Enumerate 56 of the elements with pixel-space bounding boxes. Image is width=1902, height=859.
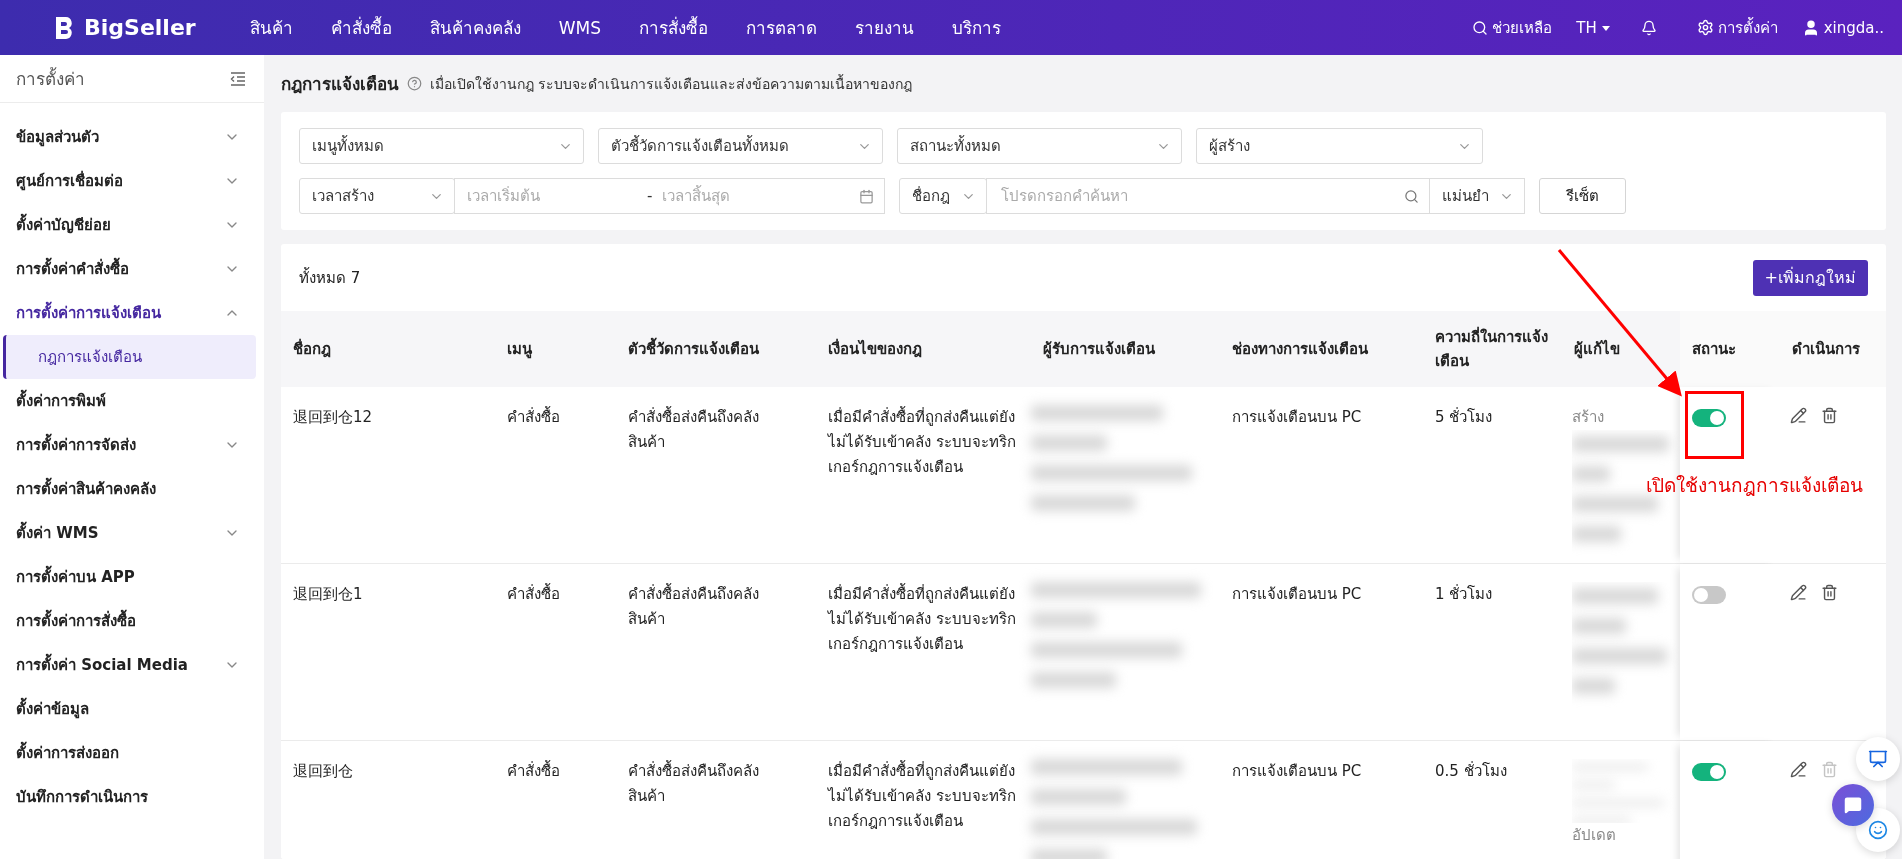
nav-link[interactable]: สินค้า bbox=[249, 14, 293, 41]
filter-select[interactable]: ตัวชี้วัดการแจ้งเตือนทั้งหมด bbox=[598, 128, 883, 164]
column-header: ผู้แก้ไข bbox=[1573, 338, 1621, 361]
sidebar-item[interactable]: ศูนย์การเชื่อมต่อ bbox=[0, 159, 264, 203]
editor-text: สร้าง bbox=[1572, 407, 1605, 428]
reset-button[interactable]: รีเซ็ต bbox=[1539, 178, 1626, 214]
date-range-field[interactable]: เวลาเริ่มต้น - เวลาสิ้นสุด bbox=[454, 178, 885, 214]
language-selector[interactable]: TH bbox=[1576, 18, 1611, 37]
nav-link[interactable]: รายงาน bbox=[854, 14, 914, 41]
nav-link[interactable]: การสั่งซื้อ bbox=[638, 14, 708, 41]
sidebar-title: การตั้งค่า bbox=[16, 66, 85, 91]
page-description: เมื่อเปิดใช้งานกฎ ระบบจะดำเนินการแจ้งเตือนและส่งข้อความตามเนื้อหาของกฎ bbox=[430, 73, 913, 94]
search-field-select[interactable]: ชื่อกฎ bbox=[899, 178, 987, 214]
sidebar-item[interactable]: การตั้งค่าการจัดส่ง bbox=[0, 423, 264, 467]
add-rule-button[interactable]: +เพิ่มกฎใหม่ bbox=[1752, 259, 1868, 296]
match-select[interactable]: แม่นยำ bbox=[1429, 178, 1525, 214]
column-header: เงื่อนไขของกฎ bbox=[827, 337, 923, 360]
column-header: สถานะ bbox=[1680, 311, 1780, 387]
nav-link[interactable]: WMS bbox=[558, 17, 601, 38]
annotation-text: เปิดใช้งานกฎการแจ้งเตือน bbox=[1646, 473, 1863, 498]
filter-select[interactable]: เมนูทั้งหมด bbox=[299, 128, 584, 164]
sidebar-item[interactable]: ตั้งค่าการส่งออก bbox=[0, 731, 264, 775]
column-header: ช่องทางการแจ้งเตือน bbox=[1231, 339, 1369, 360]
column-header: ความถี่ในการแจ้งเตือน bbox=[1434, 325, 1549, 372]
sidebar-item[interactable]: ตั้งค่า WMS bbox=[0, 511, 264, 555]
help-link[interactable]: ช่วยเหลือ bbox=[1472, 15, 1553, 40]
sidebar-subitem[interactable]: กฎการแจ้งเตือน bbox=[3, 335, 256, 379]
user-menu[interactable]: xingda.. bbox=[1801, 18, 1884, 37]
nav-link[interactable]: สินค้าคงคลัง bbox=[429, 14, 521, 41]
filter-select[interactable]: ผู้สร้าง bbox=[1196, 128, 1483, 164]
settings-link[interactable]: การตั้งค่า bbox=[1696, 15, 1778, 40]
column-header: ดำเนินการ bbox=[1780, 311, 1886, 387]
sidebar-item[interactable]: บันทึกการดำเนินการ bbox=[0, 775, 264, 819]
sidebar-item[interactable]: การตั้งค่า Social Media bbox=[0, 643, 264, 687]
sidebar-item[interactable]: ข้อมูลส่วนตัว bbox=[0, 115, 264, 159]
sidebar-item[interactable]: การตั้งค่าสินค้าคงคลัง bbox=[0, 467, 264, 511]
time-type-select[interactable]: เวลาสร้าง bbox=[299, 178, 455, 214]
sidebar-item[interactable]: ตั้งค่าข้อมูล bbox=[0, 687, 264, 731]
sidebar-item[interactable]: ตั้งค่าการพิมพ์ bbox=[0, 379, 264, 423]
sidebar-item[interactable]: การตั้งค่าคำสั่งซื้อ bbox=[0, 247, 264, 291]
total-count: ทั้งหมด 7 bbox=[299, 266, 361, 289]
logo-text: BigSeller bbox=[84, 15, 196, 40]
page-title: กฎการแจ้งเตือน bbox=[281, 73, 399, 96]
column-header: เมนู bbox=[506, 339, 533, 361]
column-header: ชื่อกฎ bbox=[292, 337, 332, 360]
filter-select[interactable]: สถานะทั้งหมด bbox=[897, 128, 1182, 164]
sidebar-item[interactable]: ตั้งค่าบัญชีย่อย bbox=[0, 203, 264, 247]
sidebar-item[interactable]: การตั้งค่าบน APP bbox=[0, 555, 264, 599]
editor-text: อัปเดต bbox=[1572, 825, 1617, 846]
column-header: ผู้รับการแจ้งเตือน bbox=[1042, 339, 1156, 361]
sidebar-item[interactable]: การตั้งค่าการแจ้งเตือน bbox=[0, 291, 264, 335]
nav-link[interactable]: คำสั่งซื้อ bbox=[330, 14, 392, 41]
sidebar-item[interactable]: การตั้งค่าการสั่งซื้อ bbox=[0, 599, 264, 643]
nav-link[interactable]: บริการ bbox=[951, 14, 1001, 41]
column-header: ตัวชี้วัดการแจ้งเตือน bbox=[616, 311, 816, 387]
nav-link[interactable]: การตลาด bbox=[745, 14, 817, 41]
